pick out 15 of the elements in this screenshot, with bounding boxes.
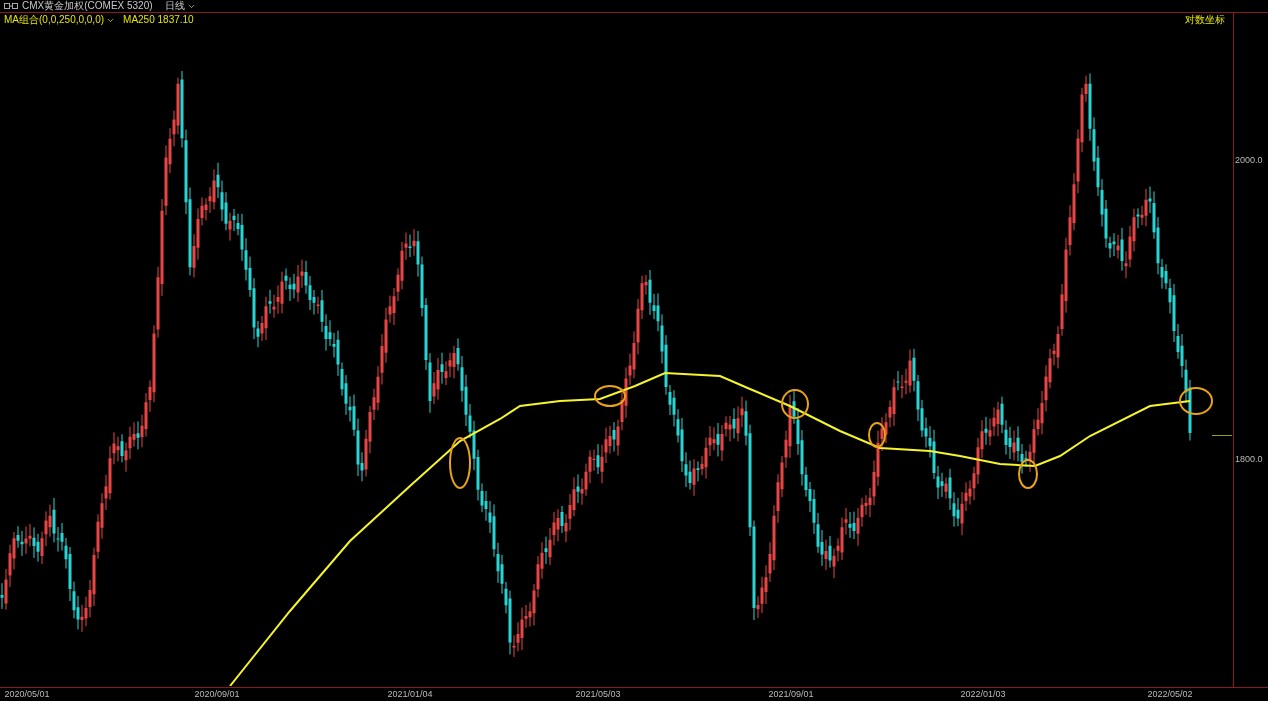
indicator-dropdown[interactable]: MA组合(0,0,250,0,0,0) xyxy=(4,15,116,25)
y-axis-label: 2000.0 xyxy=(1235,156,1263,165)
symbol-title: CMX黄金加权(COMEX 5320) xyxy=(22,1,153,11)
x-axis-label: 2020/09/01 xyxy=(194,690,240,699)
x-axis-label: 2022/01/03 xyxy=(960,690,1006,699)
x-axis-label: 2022/05/02 xyxy=(1147,690,1193,699)
link-icon[interactable] xyxy=(4,3,18,9)
y-axis-label: 1800.0 xyxy=(1235,455,1263,464)
x-axis-label: 2021/09/01 xyxy=(768,690,814,699)
period-dropdown[interactable]: 日线 xyxy=(164,1,196,11)
x-axis-label: 2020/05/01 xyxy=(4,690,50,699)
x-axis-label: 2021/01/04 xyxy=(387,690,433,699)
log-scale-toggle[interactable]: 对数坐标 xyxy=(1185,15,1225,25)
x-axis-label: 2021/05/03 xyxy=(575,690,621,699)
ma-reading: MA250 1837.10 xyxy=(123,15,194,25)
